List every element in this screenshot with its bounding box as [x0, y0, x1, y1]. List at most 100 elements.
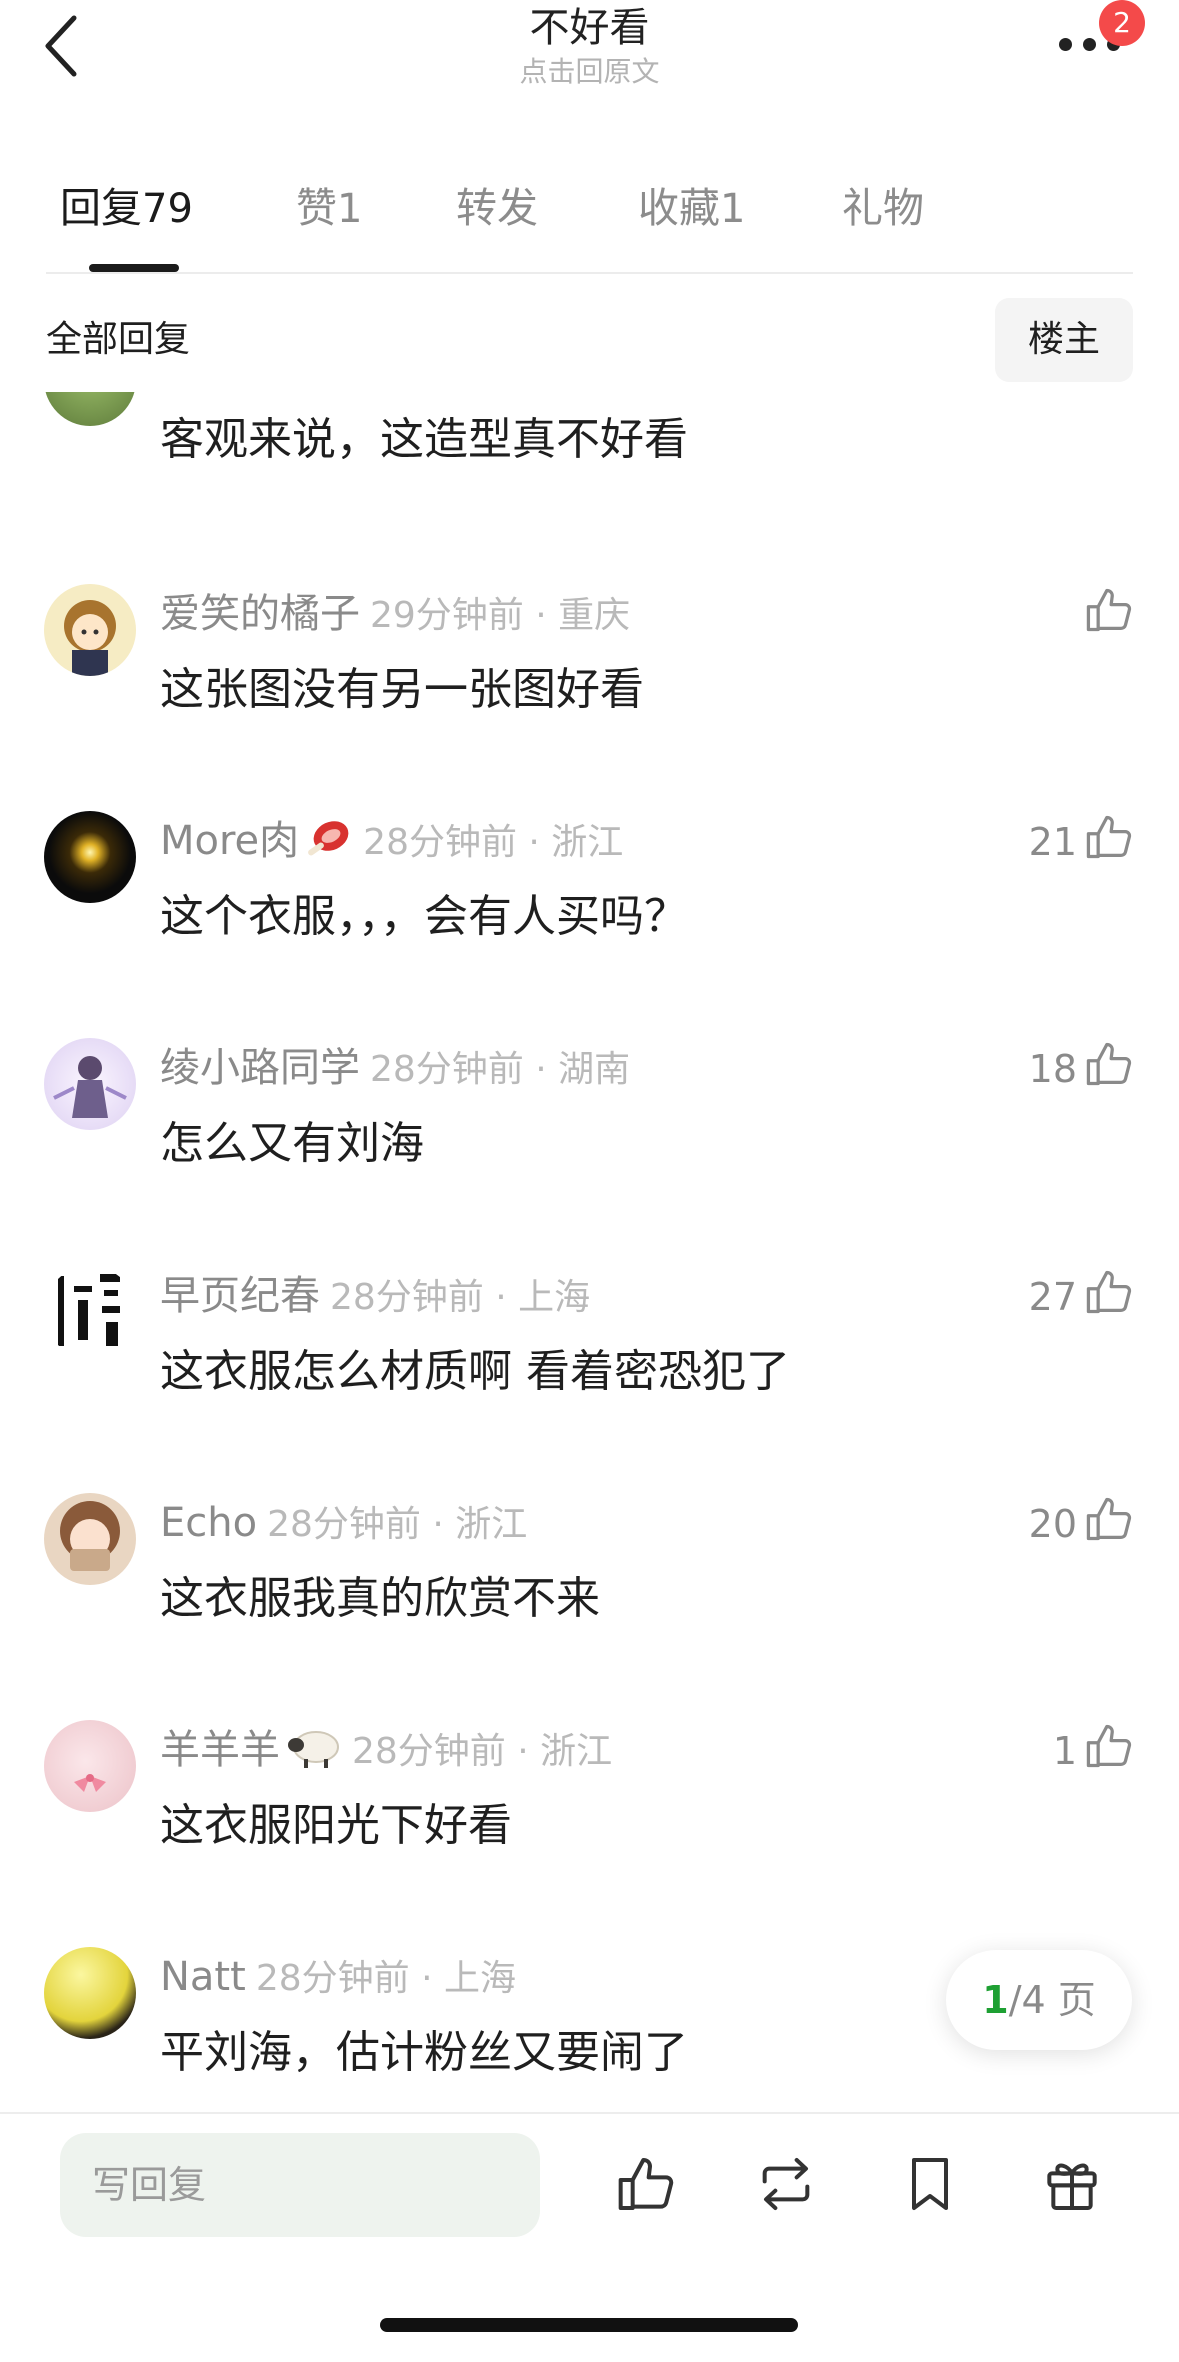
comment-text: 平刘海，估计粉丝又要闹了 — [160, 2027, 688, 2078]
anime-character-icon — [53, 1056, 127, 1118]
tab-reposts[interactable]: 转发 — [456, 180, 538, 236]
tab-count: 1 — [720, 186, 746, 232]
comment-meta: 早页纪春 28分钟前 · 上海 — [160, 1268, 590, 1326]
thumbs-up-icon — [1086, 815, 1132, 859]
repost-icon[interactable] — [754, 2152, 818, 2216]
divider — [0, 2112, 1179, 2114]
like-button[interactable] — [1077, 584, 1135, 644]
tab-replies[interactable]: 回复79 — [60, 180, 193, 237]
comment-time-location: 28分钟前 · 浙江 — [363, 822, 624, 863]
reply-input[interactable]: 写回复 — [60, 2133, 540, 2237]
comment-item: 爱笑的橘子 29分钟前 · 重庆 这张图没有另一张图好看 — [0, 584, 1179, 812]
anime-brown-hair-avatar[interactable] — [44, 1493, 136, 1585]
post-title: 不好看 — [529, 5, 650, 51]
user-name[interactable]: More肉 — [160, 818, 299, 864]
comment-text: 这衣服阳光下好看 — [160, 1800, 512, 1851]
tab-label: 转发 — [456, 184, 538, 232]
like-icon[interactable] — [614, 2152, 678, 2216]
anime-brown-hair-icon — [60, 1501, 120, 1571]
like-button[interactable]: 21 — [1029, 811, 1135, 871]
like-count: 1 — [1052, 1729, 1077, 1773]
pink-avatar[interactable] — [44, 1720, 136, 1812]
like-count: 21 — [1028, 820, 1077, 864]
comment-text: 这衣服我真的欣赏不来 — [160, 1573, 600, 1624]
comment-item: More肉 28分钟前 · 浙江 21 这个衣服，，，会有人买吗？ — [0, 811, 1179, 1039]
user-name[interactable]: 爱笑的橘子 — [160, 591, 360, 637]
tab-gifts[interactable]: 礼物 — [842, 180, 924, 236]
comment-text: 这衣服怎么材质啊 看着密恐犯了 — [160, 1346, 790, 1397]
comment-meta: More肉 28分钟前 · 浙江 — [160, 813, 623, 875]
meat-emoji-icon — [305, 816, 353, 875]
like-button[interactable]: 20 — [1029, 1493, 1135, 1553]
comment-meta: 爱笑的橘子 29分钟前 · 重庆 — [160, 586, 630, 644]
total-pages: /4 页 — [1008, 1978, 1096, 2022]
anime-girl-icon — [64, 600, 116, 676]
like-button[interactable]: 18 — [1029, 1038, 1135, 1098]
thumbs-up-icon — [1086, 1724, 1132, 1768]
thumbs-up-icon — [1086, 1270, 1132, 1314]
title-block[interactable]: 不好看 点击回原文 — [0, 2, 1179, 90]
tab-favorites[interactable]: 收藏1 — [638, 180, 745, 237]
user-name[interactable]: 绫小路同学 — [160, 1045, 360, 1091]
gift-icon[interactable] — [1040, 2152, 1104, 2216]
tab-label: 赞 — [296, 184, 337, 232]
owner-filter-button[interactable]: 楼主 — [995, 298, 1133, 382]
like-button[interactable]: 27 — [1029, 1266, 1135, 1326]
comment-list[interactable]: 客观来说，这造型真不好看 爱笑的橘子 29分钟前 · 重庆 这张图没有另一张图好看… — [0, 392, 1179, 2112]
comment-meta: 绫小路同学 28分钟前 · 湖南 — [160, 1040, 630, 1098]
active-tab-indicator — [89, 264, 179, 272]
more-dot-icon — [1059, 38, 1072, 51]
back-to-original-link[interactable]: 点击回原文 — [0, 54, 1179, 90]
comment-item: 羊羊羊 28分钟前 · 浙江 1 这衣服阳光下好看 — [0, 1720, 1179, 1948]
thumbs-up-icon — [1086, 588, 1132, 632]
calligraphy-icon — [58, 1274, 120, 1346]
user-name[interactable]: Echo — [160, 1500, 257, 1546]
comment-meta: 羊羊羊 28分钟前 · 浙江 — [160, 1722, 612, 1784]
comment-time-location: 29分钟前 · 重庆 — [370, 595, 631, 636]
comment-time-location: 28分钟前 · 浙江 — [352, 1731, 613, 1772]
comment-text: 这张图没有另一张图好看 — [160, 664, 644, 715]
like-button[interactable]: 1 — [1053, 1720, 1135, 1780]
comment-time-location: 28分钟前 · 湖南 — [370, 1049, 631, 1090]
like-count: 18 — [1028, 1047, 1077, 1091]
yellow-dark-avatar[interactable] — [44, 1947, 136, 2039]
tab-count: 1 — [337, 186, 363, 232]
home-indicator — [380, 2318, 798, 2332]
thumbs-up-icon — [1086, 1042, 1132, 1086]
comment-meta: Natt 28分钟前 · 上海 — [160, 1949, 516, 2007]
comment-meta: Echo 28分钟前 · 浙江 — [160, 1495, 527, 1553]
nature-avatar[interactable] — [44, 392, 136, 426]
user-name[interactable]: 羊羊羊 — [160, 1727, 280, 1773]
more-dot-icon — [1083, 38, 1096, 51]
anime-character-avatar[interactable] — [44, 1038, 136, 1130]
comment-time-location: 28分钟前 · 上海 — [255, 1958, 516, 1999]
like-count: 20 — [1028, 1502, 1077, 1546]
user-name[interactable]: Natt — [160, 1954, 246, 2000]
comment-item: 绫小路同学 28分钟前 · 湖南 18 怎么又有刘海 — [0, 1038, 1179, 1266]
calligraphy-avatar[interactable] — [44, 1266, 136, 1358]
notification-badge: 2 — [1099, 0, 1145, 46]
anime-girl-avatar[interactable] — [44, 584, 136, 676]
tab-likes[interactable]: 赞1 — [296, 180, 362, 237]
section-title: 全部回复 — [46, 319, 191, 360]
thumbs-up-icon — [1086, 1497, 1132, 1541]
tab-label: 回复 — [60, 184, 142, 232]
page-indicator[interactable]: 1/4 页 — [946, 1950, 1132, 2050]
comment-time-location: 28分钟前 · 上海 — [330, 1277, 591, 1318]
divider — [46, 272, 1133, 274]
like-count: 27 — [1028, 1275, 1077, 1319]
comment-time-location: 28分钟前 · 浙江 — [267, 1504, 528, 1545]
pink-bow-icon — [74, 1774, 106, 1792]
comment-item: 早页纪春 28分钟前 · 上海 27 这衣服怎么材质啊 看着密恐犯了 — [0, 1266, 1179, 1494]
current-page: 1 — [982, 1978, 1009, 2022]
comment-item: 客观来说，这造型真不好看 — [0, 392, 1179, 562]
user-name[interactable]: 早页纪春 — [160, 1273, 320, 1319]
more-options-button[interactable]: 2 — [1059, 0, 1145, 60]
bookmark-icon[interactable] — [898, 2152, 962, 2216]
light-dark-avatar[interactable] — [44, 811, 136, 903]
comment-text: 怎么又有刘海 — [160, 1118, 424, 1169]
tab-label: 礼物 — [842, 184, 924, 232]
tab-bar: 回复79 赞1 转发 收藏1 礼物 — [0, 170, 1179, 274]
tab-label: 收藏 — [638, 184, 720, 232]
comment-text: 这个衣服，，，会有人买吗？ — [160, 891, 688, 942]
